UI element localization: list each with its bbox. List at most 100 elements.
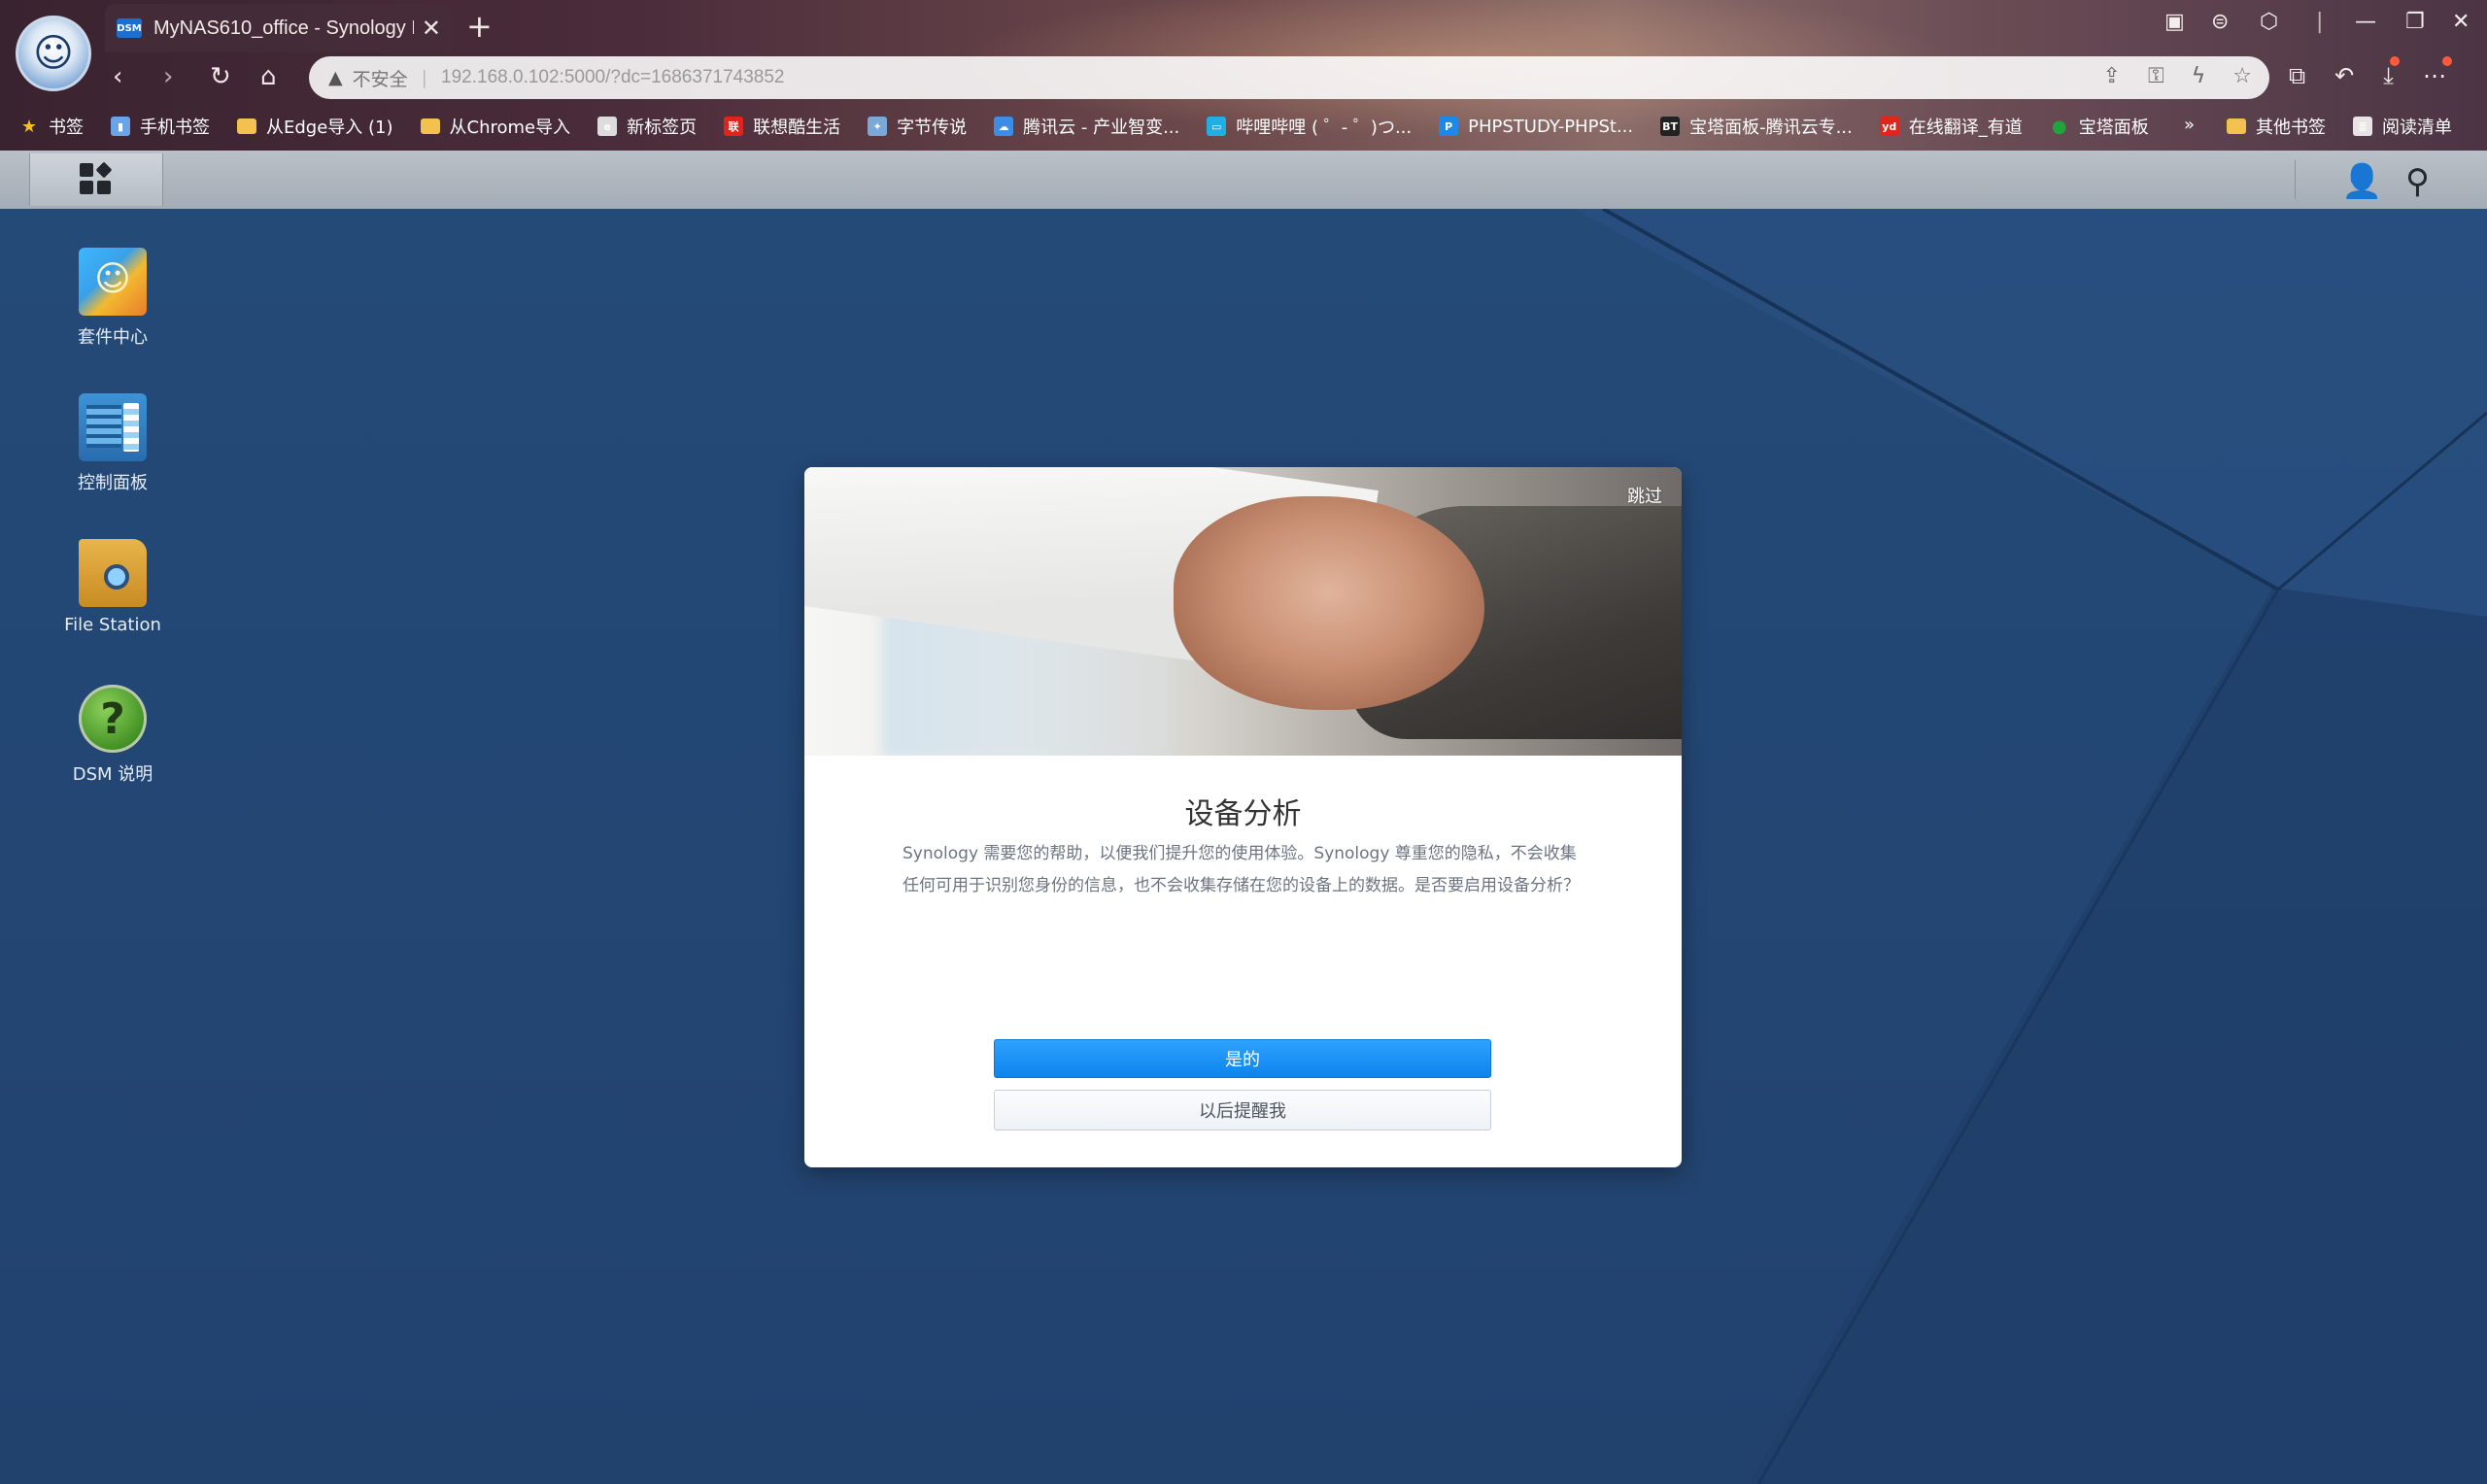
home-icon[interactable]: ⌂ [260,62,277,91]
bookmark-item[interactable]: ▬ 从Chrome导入 [420,114,571,139]
tab-close-icon[interactable]: ✕ [422,15,441,42]
bookmark-label: 阅读清单 [2382,118,2452,138]
bookmark-item[interactable]: ▬ 从Edge导入 (1) [237,114,393,139]
yes-button[interactable]: 是的 [994,1039,1491,1078]
dsm-favicon-icon: DSM [117,18,142,38]
extensions-icon[interactable]: ⧉ [2289,62,2305,89]
undo-history-icon[interactable]: ↶ [2334,62,2354,89]
bookmark-item[interactable]: e 新标签页 [597,114,697,139]
desktop-icon-label: 控制面板 [78,473,148,493]
extensions-shirt-icon[interactable]: ⬡ [2260,10,2278,34]
device-analytics-dialog: 跳过 设备分析 Synology 需要您的帮助，以便我们提升您的使用体验。Syn… [804,467,1682,1167]
bookmarks-right: ▬ 其他书签 ≣ 阅读清单 [2227,109,2479,144]
desktop-icon-label: 套件中心 [78,327,148,348]
bookmarks-overflow-icon[interactable]: » [2184,115,2195,135]
main-menu-button[interactable] [29,153,163,206]
desktop-icon-file-station[interactable]: File Station [54,539,171,635]
desktop-icon-label: DSM 说明 [72,764,153,785]
search-icon[interactable]: ⚲ [2405,162,2430,201]
warning-icon: ▲ [328,67,343,88]
lenovo-icon: 联 [724,117,744,136]
skip-button[interactable]: 跳过 [1627,483,1662,508]
bookmark-label: 从Chrome导入 [449,118,571,138]
bookmark-item[interactable]: ☁ 腾讯云 - 产业智变... [994,114,1179,139]
handshake-hero-image: 跳过 [804,467,1682,756]
dialog-title: 设备分析 [1184,797,1302,831]
user-icon[interactable]: 👤 [2341,162,2382,201]
reading-list-icon: ≣ [2353,117,2372,136]
taskbar-separator [2295,160,2296,199]
bolt-icon[interactable]: ϟ [2192,64,2206,88]
byte-icon: ✦ [868,117,888,136]
main-menu-grid-icon [80,161,113,196]
minimize-icon[interactable]: — [2355,10,2376,34]
bookmark-item[interactable]: ≣ 阅读清单 [2353,114,2452,139]
favorite-star-icon[interactable]: ☆ [2232,64,2252,88]
folder-icon: ▬ [2227,118,2246,134]
desktop-icon-control-panel[interactable]: 控制面板 [54,393,171,494]
bookmark-label: 新标签页 [627,118,698,138]
bookmark-item[interactable]: ✦ 字节传说 [868,114,967,139]
address-bar[interactable]: ▲ 不安全 | 192.168.0.102:5000/?dc=168637174… [309,56,2269,99]
more-menu-icon[interactable]: ⋯ [2423,56,2452,89]
browser-chrome: ☺ DSM MyNAS610_office - Synology DiskSta… [0,0,2487,151]
bookmark-item[interactable]: P PHPSTUDY-PHPSt... [1439,117,1633,137]
game-mode-icon[interactable]: ⊜ [2211,10,2229,34]
bookmark-label: 腾讯云 - 产业智变... [1023,118,1180,138]
control-panel-icon [79,393,147,461]
bookmark-label: 宝塔面板-腾讯云专... [1689,118,1853,138]
bookmark-item[interactable]: ★ 书签 [19,114,84,139]
close-window-icon[interactable]: ✕ [2452,10,2470,34]
bookmark-label: 字节传说 [897,118,968,138]
bt-icon: BT [1660,117,1681,136]
dialog-body-text: Synology 需要您的帮助，以便我们提升您的使用体验。Synology 尊重… [903,844,1580,895]
bookmark-label: 哔哩哔哩 ( ゜- ゜)つ... [1236,118,1413,138]
star-icon: ★ [20,116,38,137]
reload-icon[interactable]: ↻ [210,62,231,91]
package-center-icon [79,248,147,316]
browser-tab-active[interactable]: DSM MyNAS610_office - Synology DiskStati… [105,4,453,52]
password-key-icon[interactable]: ⚿ [2148,64,2164,88]
url-separator: | [421,67,428,88]
profile-avatar[interactable]: ☺ [16,16,91,91]
download-icon[interactable]: ⤓ [2383,56,2400,89]
tab-actions-icon[interactable]: ▣ [2164,10,2185,34]
bookmark-label: 手机书签 [140,118,210,138]
bookmark-item[interactable]: ▭ 哔哩哔哩 ( ゜- ゜)つ... [1207,114,1412,139]
bookmark-label: 联想酷生活 [753,118,841,138]
cloud-icon: ☁ [994,117,1014,136]
folder-icon: ▬ [420,118,440,134]
desktop-icon-label: File Station [64,615,161,635]
youdao-icon: yd [1879,117,1899,136]
phone-icon: ▮ [111,117,130,136]
restore-icon[interactable]: ❐ [2405,10,2425,34]
dsm-help-icon: ? [79,685,147,753]
bookmark-item[interactable]: BT 宝塔面板-腾讯云专... [1660,114,1853,139]
security-label[interactable]: 不安全 [353,65,408,91]
forward-icon[interactable]: › [163,62,173,91]
bookmark-item[interactable]: ▬ 其他书签 [2227,114,2326,139]
remind-later-button[interactable]: 以后提醒我 [994,1090,1491,1130]
bookmark-label: 其他书签 [2256,118,2326,138]
back-icon[interactable]: ‹ [113,62,122,91]
bookmark-label: 从Edge导入 (1) [266,118,393,138]
share-icon[interactable]: ⇪ [2103,64,2121,88]
dsm-taskbar: 👤 ⚲ [0,151,2487,209]
folder-icon: ▬ [237,118,256,134]
bilibili-icon: ▭ [1207,117,1227,136]
desktop-icon-package-center[interactable]: 套件中心 [54,248,171,349]
toolbar-actions: ⧉ ↶ ⤓ ⋯ [2289,56,2452,89]
title-separator: | [2316,10,2324,34]
bookmark-item[interactable]: ● 宝塔面板 [2050,114,2149,139]
bookmark-item[interactable]: 联联想酷生活 [724,114,840,139]
bookmark-item[interactable]: ▮ 手机书签 [111,114,210,139]
edge-icon: e [597,117,618,136]
new-tab-icon[interactable]: + [466,8,493,45]
bookmark-label: 在线翻译_有道 [1908,118,2023,138]
file-station-icon [79,539,147,607]
url-text[interactable]: 192.168.0.102:5000/?dc=1686371743852 [441,67,784,88]
bookmark-item[interactable]: yd 在线翻译_有道 [1879,114,2023,139]
desktop-icon-dsm-help[interactable]: ? DSM 说明 [54,685,171,786]
tab-title: MyNAS610_office - Synology DiskStation [153,17,414,39]
address-bar-actions: ⇪ ⚿ ϟ ☆ [2103,64,2252,88]
